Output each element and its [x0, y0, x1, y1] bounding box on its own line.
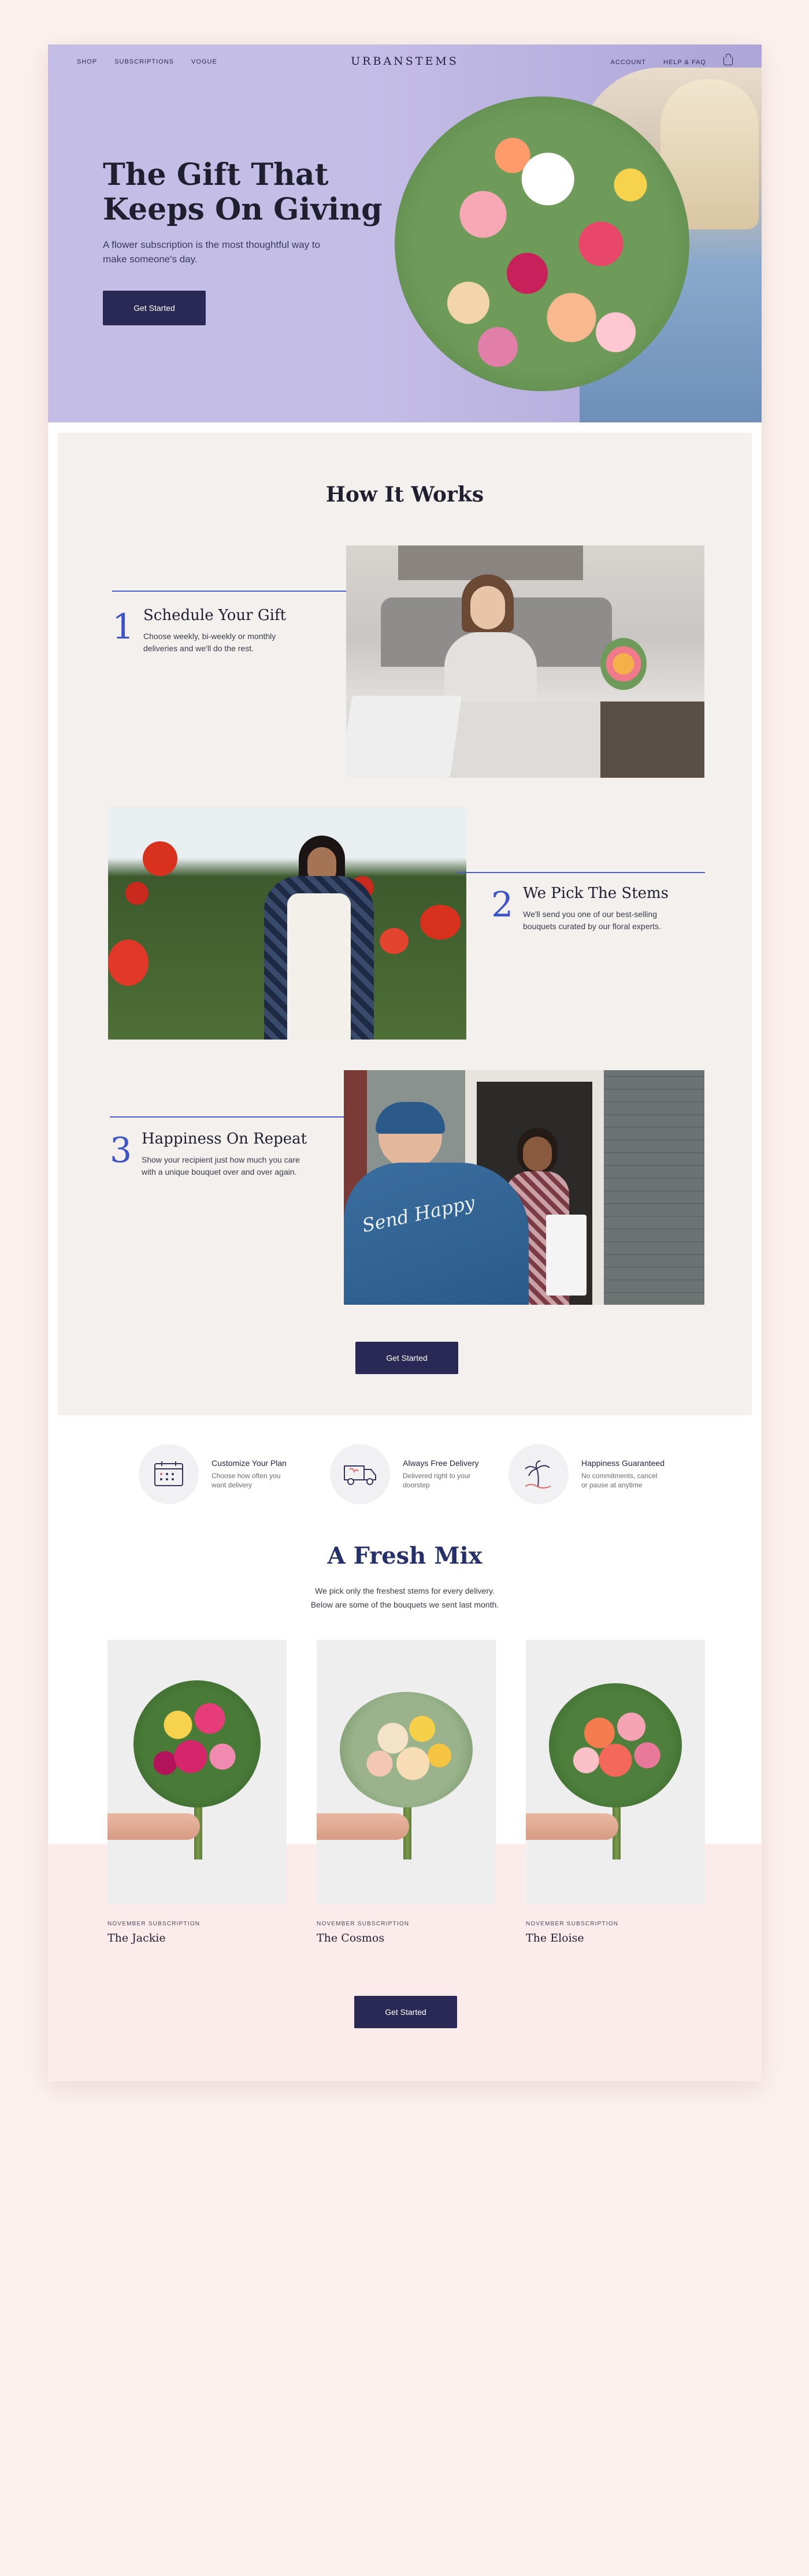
- step-text: Choose weekly, bi-weekly or monthly deli…: [143, 632, 276, 653]
- step-2-photo-florist-greenhouse: [108, 807, 466, 1040]
- feature-customize: Customize Your Plan Choose how often you…: [139, 1444, 292, 1504]
- step-text: We'll send you one of our best-selling b…: [523, 910, 661, 931]
- step-title: Schedule Your Gift: [143, 607, 287, 624]
- bouquet-card[interactable]: NOVEMBER SUBSCRIPTION The Jackie: [107, 1640, 287, 1944]
- top-nav: SHOP SUBSCRIPTIONS VOGUE URBANSTEMS ACCO…: [48, 44, 762, 80]
- calendar-icon: [139, 1444, 199, 1504]
- bouquet-image-eloise: [526, 1640, 705, 1905]
- how-it-works-section: How It Works 1 Schedule Your Gift Choose…: [58, 433, 752, 1415]
- feature-guarantee: Happiness Guaranteed No commitments, can…: [509, 1444, 665, 1504]
- card-caption: NOVEMBER SUBSCRIPTION: [526, 1921, 619, 1927]
- step-text: Show your recipient just how much you ca…: [142, 1155, 300, 1176]
- feature-title: Customize Your Plan: [211, 1458, 287, 1468]
- palm-tree-icon: [509, 1444, 569, 1504]
- feature-delivery: Always Free Delivery Delivered right to …: [330, 1444, 484, 1504]
- step-3-photo-delivery: Send Happy: [344, 1070, 704, 1305]
- hero-bouquet-image: [395, 96, 689, 391]
- feature-desc: Choose how often you want delivery: [211, 1472, 281, 1489]
- truck-icon: [330, 1444, 390, 1504]
- hero-subtitle: A flower subscription is the most though…: [103, 239, 321, 265]
- fresh-mix-title: A Fresh Mix: [327, 1542, 483, 1569]
- step-number: 3: [110, 1130, 132, 1171]
- card-caption: NOVEMBER SUBSCRIPTION: [107, 1921, 201, 1927]
- hero-title: The Gift That Keeps On Giving: [103, 157, 383, 227]
- feature-title: Happiness Guaranteed: [581, 1458, 665, 1468]
- nav-help-faq[interactable]: HELP & FAQ: [663, 59, 706, 66]
- step-title: We Pick The Stems: [523, 885, 669, 902]
- feature-desc: No commitments, cancel or pause at anyti…: [581, 1472, 658, 1489]
- step-number: 1: [112, 607, 135, 647]
- cart-icon[interactable]: [723, 54, 733, 65]
- how-it-works-title: How It Works: [325, 482, 484, 507]
- card-name[interactable]: The Eloise: [526, 1932, 705, 1944]
- hero-section: SHOP SUBSCRIPTIONS VOGUE URBANSTEMS ACCO…: [48, 44, 762, 422]
- step-1-photo-woman-laptop: [346, 545, 704, 778]
- step-title: Happiness On Repeat: [142, 1130, 307, 1148]
- bouquet-card[interactable]: NOVEMBER SUBSCRIPTION The Cosmos: [317, 1640, 496, 1944]
- card-name[interactable]: The Jackie: [107, 1932, 287, 1944]
- feature-title: Always Free Delivery: [403, 1458, 479, 1468]
- mix-get-started-button[interactable]: Get Started: [354, 1996, 457, 2028]
- nav-account[interactable]: ACCOUNT: [611, 59, 646, 66]
- hero-get-started-button[interactable]: Get Started: [103, 291, 206, 325]
- step-number: 2: [491, 885, 514, 925]
- bouquet-card[interactable]: NOVEMBER SUBSCRIPTION The Eloise: [526, 1640, 705, 1944]
- card-name[interactable]: The Cosmos: [317, 1932, 496, 1944]
- feature-desc: Delivered right to your doorstep: [403, 1472, 471, 1489]
- how-get-started-button[interactable]: Get Started: [355, 1342, 458, 1374]
- fresh-mix-subtitle: We pick only the freshest stems for ever…: [310, 1586, 499, 1609]
- page-frame: SHOP SUBSCRIPTIONS VOGUE URBANSTEMS ACCO…: [48, 44, 762, 2081]
- bouquet-image-cosmos: [317, 1640, 496, 1905]
- card-caption: NOVEMBER SUBSCRIPTION: [317, 1921, 410, 1927]
- bouquet-image-jackie: [107, 1640, 287, 1905]
